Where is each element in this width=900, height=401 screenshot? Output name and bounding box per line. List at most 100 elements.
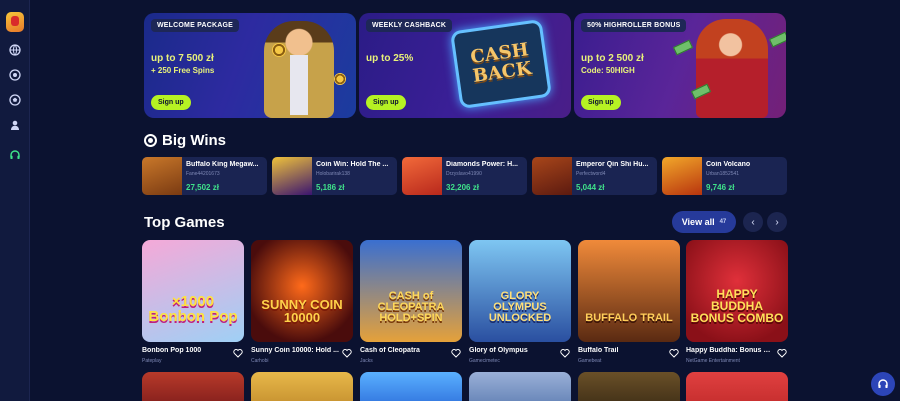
- user-icon[interactable]: [0, 115, 30, 135]
- view-all-button[interactable]: View all 47: [672, 211, 736, 233]
- big-wins-title: Big Wins: [162, 132, 227, 149]
- big-wins-list: Buffalo King Megaw... Fane44201673 27,50…: [142, 157, 787, 195]
- win-amount: 5,186 zł: [316, 183, 345, 192]
- trophy-icon: [144, 134, 157, 147]
- sign-up-button[interactable]: Sign up: [366, 95, 406, 110]
- casino-chip-icon: [334, 73, 346, 85]
- game-provider: Jacks: [360, 358, 373, 364]
- game-name[interactable]: Glory of Olympus: [469, 347, 557, 354]
- game-thumbnail: [142, 157, 182, 195]
- game-tile[interactable]: [360, 372, 462, 401]
- game-thumbnail: [402, 157, 442, 195]
- game-tile[interactable]: [578, 372, 680, 401]
- win-game-name: Buffalo King Megaw...: [186, 161, 259, 168]
- heart-icon[interactable]: [560, 348, 570, 358]
- game-logo: HAPPY BUDDHA BONUS COMBO: [690, 287, 784, 325]
- banner-tag: WEEKLY CASHBACK: [366, 19, 453, 32]
- win-username: Drzyslavo41990: [446, 171, 482, 177]
- big-win-card[interactable]: Coin Win: Hold The ... Holobarirak138 5,…: [272, 157, 397, 195]
- game-tile[interactable]: [142, 372, 244, 401]
- logo-icon[interactable]: [0, 10, 30, 34]
- highroller-banner[interactable]: 50% HIGHROLLER BONUS up to 2 500 zł Code…: [574, 13, 786, 118]
- game-logo: BUFFALO TRAIL: [585, 312, 673, 324]
- game-logo: ×1000 Bonbon Pop: [148, 293, 238, 325]
- heart-icon[interactable]: [777, 348, 787, 358]
- game-name[interactable]: Cash of Cleopatra: [360, 347, 448, 354]
- carousel-next-button[interactable]: ›: [767, 212, 787, 232]
- cashback-sign-text: BACK: [471, 57, 533, 87]
- banner-offer: up to 25%: [366, 53, 414, 64]
- heart-icon[interactable]: [233, 348, 243, 358]
- game-thumbnail: [532, 157, 572, 195]
- game-tile[interactable]: [686, 372, 788, 401]
- win-game-name: Emperor Qin Shi Hu...: [576, 161, 649, 168]
- game-name[interactable]: Sunny Coin 10000: Hold ...: [251, 347, 339, 354]
- game-tile[interactable]: SUNNY COIN 10000: [251, 240, 353, 342]
- big-win-card[interactable]: Emperor Qin Shi Hu... Perfectword4 5,044…: [532, 157, 657, 195]
- game-tile[interactable]: [469, 372, 571, 401]
- game-tile[interactable]: BUFFALO TRAIL: [578, 240, 680, 342]
- game-name[interactable]: Happy Buddha: Bonus C...: [686, 347, 774, 354]
- heart-icon[interactable]: [669, 348, 679, 358]
- sidebar: [0, 0, 30, 401]
- view-all-label: View all: [681, 217, 715, 227]
- win-game-name: Diamonds Power: H...: [446, 161, 518, 168]
- game-tile[interactable]: HAPPY BUDDHA BONUS COMBO: [686, 240, 788, 342]
- chevron-right-icon: ›: [775, 216, 779, 228]
- carousel-prev-button[interactable]: ‹: [743, 212, 763, 232]
- game-logo: SUNNY COIN 10000: [261, 297, 343, 325]
- game-provider: Gamebeat: [578, 358, 602, 364]
- win-amount: 5,044 zł: [576, 183, 605, 192]
- heart-icon[interactable]: [342, 348, 352, 358]
- win-amount: 32,206 zł: [446, 183, 479, 192]
- game-logo: CASH of CLEOPATRA HOLD+SPIN: [377, 290, 445, 324]
- sign-up-button[interactable]: Sign up: [151, 95, 191, 110]
- banner-character-illustration: [696, 19, 768, 118]
- banner-tag: 50% HIGHROLLER BONUS: [581, 19, 687, 32]
- headset-icon: [878, 379, 888, 388]
- win-amount: 9,746 zł: [706, 183, 735, 192]
- banner-sub-offer: Code: 50HIGH: [581, 66, 635, 75]
- banner-sub-offer: + 250 Free Spins: [151, 66, 215, 75]
- welcome-banner[interactable]: WELCOME PACKAGE up to 7 500 zł + 250 Fre…: [144, 13, 356, 118]
- game-provider: Carhobi: [251, 358, 269, 364]
- support-chat-button[interactable]: [871, 372, 895, 396]
- soccer-ball-icon[interactable]: [0, 90, 30, 110]
- game-provider: Pateplay: [142, 358, 162, 364]
- money-bill-icon: [768, 31, 786, 48]
- game-name[interactable]: Buffalo Trail: [578, 347, 666, 354]
- win-amount: 27,502 zł: [186, 183, 219, 192]
- win-username: Perfectword4: [576, 171, 606, 177]
- top-games-title: Top Games: [144, 214, 225, 231]
- banner-tag: WELCOME PACKAGE: [151, 19, 239, 32]
- games-count-badge: 47: [719, 219, 727, 225]
- banner-offer: up to 7 500 zł: [151, 53, 214, 64]
- game-tile[interactable]: CASH of CLEOPATRA HOLD+SPIN: [360, 240, 462, 342]
- big-win-card[interactable]: Buffalo King Megaw... Fane44201673 27,50…: [142, 157, 267, 195]
- heart-icon[interactable]: [451, 348, 461, 358]
- cashback-sign-illustration: CASH BACK: [450, 18, 552, 110]
- win-game-name: Coin Volcano: [706, 161, 751, 168]
- game-tile[interactable]: ×1000 Bonbon Pop: [142, 240, 244, 342]
- win-username: Holobarirak138: [316, 171, 350, 177]
- game-tile[interactable]: GLORY OLYMPUS UNLOCKED: [469, 240, 571, 342]
- banner-offer: up to 2 500 zł: [581, 53, 644, 64]
- win-username: Fane44201673: [186, 171, 220, 177]
- game-provider: Gamecimetec: [469, 358, 500, 364]
- game-logo: GLORY OLYMPUS UNLOCKED: [488, 290, 552, 324]
- banner-character-illustration: [264, 21, 334, 118]
- game-name[interactable]: Bonbon Pop 1000: [142, 347, 230, 354]
- chevron-left-icon: ‹: [751, 216, 755, 228]
- cashback-banner[interactable]: CASH BACK WEEKLY CASHBACK up to 25% Sign…: [359, 13, 571, 118]
- casino-chip-icon: [272, 43, 286, 57]
- win-username: Urban1852541: [706, 171, 740, 177]
- big-win-card[interactable]: Coin Volcano Urban1852541 9,746 zł: [662, 157, 787, 195]
- big-win-card[interactable]: Diamonds Power: H... Drzyslavo41990 32,2…: [402, 157, 527, 195]
- sign-up-button[interactable]: Sign up: [581, 95, 621, 110]
- game-thumbnail: [662, 157, 702, 195]
- game-provider: NetGame Entertainment: [686, 358, 740, 364]
- globe-icon[interactable]: [0, 40, 30, 60]
- game-tile[interactable]: [251, 372, 353, 401]
- target-icon[interactable]: [0, 65, 30, 85]
- headset-icon[interactable]: [0, 145, 30, 165]
